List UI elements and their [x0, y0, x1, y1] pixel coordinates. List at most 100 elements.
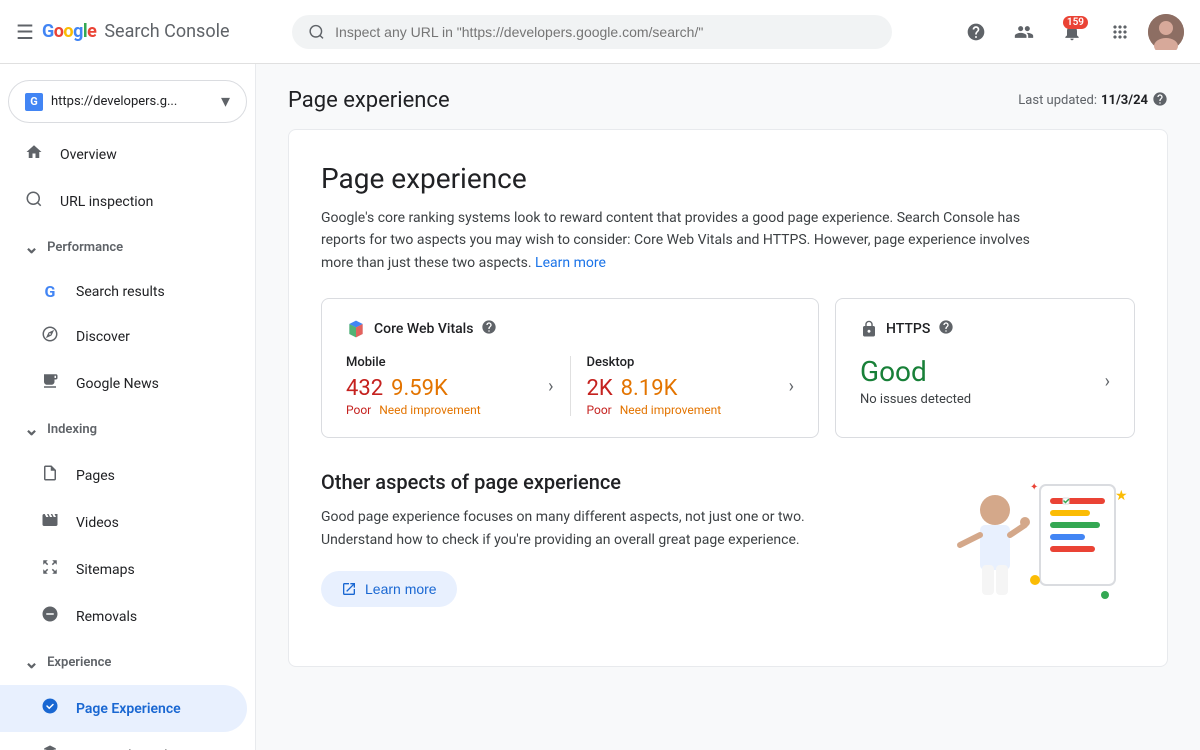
sitemaps-label: Sitemaps	[76, 562, 135, 578]
sidebar-section-performance[interactable]: ⌄ Performance	[0, 225, 255, 270]
sidebar-section-indexing[interactable]: ⌄ Indexing	[0, 407, 255, 452]
topbar: ☰ Google Search Console 159	[0, 0, 1200, 64]
notifications-button[interactable]: 159	[1052, 12, 1092, 52]
https-title: HTTPS	[886, 321, 930, 337]
url-inspection-label: URL inspection	[60, 194, 153, 210]
chevron-down-icon-3: ⌄	[24, 652, 39, 673]
sidebar-item-search-results[interactable]: G Search results	[0, 270, 247, 313]
news-icon	[40, 372, 60, 395]
desktop-poor-label: Poor	[587, 403, 612, 417]
sidebar-item-removals[interactable]: Removals	[0, 593, 247, 640]
cwv-mobile-group: Mobile 432 9.59K Poor Need improvement	[346, 355, 481, 417]
external-link-icon	[341, 581, 357, 597]
avatar[interactable]	[1148, 14, 1184, 50]
other-aspects-title: Other aspects of page experience	[321, 470, 911, 494]
cwv-card-title: Core Web Vitals	[346, 319, 497, 339]
desktop-numbers: 2K 8.19K	[587, 376, 722, 401]
sidebar-item-url-inspection[interactable]: URL inspection	[0, 178, 247, 225]
cwv-help-icon[interactable]	[481, 319, 497, 339]
https-no-issues: No issues detected	[860, 392, 971, 407]
apps-button[interactable]	[1100, 12, 1140, 52]
logo-area: ☰ Google Search Console	[16, 20, 276, 44]
metric-divider	[570, 356, 571, 416]
cwv-nav-icon	[40, 744, 60, 750]
logo-text: Google	[42, 21, 96, 42]
other-aspects-text: Other aspects of page experience Good pa…	[321, 470, 911, 607]
desktop-labels-row: Poor Need improvement	[587, 403, 722, 417]
discover-icon	[40, 325, 60, 348]
https-status: Good	[860, 355, 971, 388]
desktop-arrow-icon[interactable]: ›	[789, 376, 794, 397]
experience-section-label: Experience	[47, 655, 111, 670]
https-metric-card[interactable]: HTTPS Good No issues detected ›	[835, 298, 1135, 438]
https-status-group: Good No issues detected	[860, 355, 971, 407]
mobile-improve-label: Need improvement	[379, 403, 480, 417]
https-lock-icon	[860, 320, 878, 338]
sidebar-item-sitemaps[interactable]: Sitemaps	[0, 546, 247, 593]
illustration-container: ★ ✦	[935, 470, 1135, 634]
product-name: Search Console	[104, 21, 229, 42]
last-updated-label: Last updated:	[1018, 93, 1097, 108]
svg-text:✦: ✦	[1030, 482, 1038, 493]
sidebar-item-overview[interactable]: Overview	[0, 131, 247, 178]
pages-icon	[40, 464, 60, 487]
card-description: Google's core ranking systems look to re…	[321, 207, 1061, 274]
sidebar: G https://developers.g... ▾ Overview URL…	[0, 64, 256, 750]
mobile-poor-count: 432	[346, 376, 383, 401]
desktop-poor-count: 2K	[587, 376, 613, 401]
search-circle-icon	[24, 190, 44, 213]
layout: G https://developers.g... ▾ Overview URL…	[0, 64, 1200, 750]
indexing-section-label: Indexing	[47, 422, 97, 437]
page-experience-icon	[40, 697, 60, 720]
search-input[interactable]	[335, 24, 876, 40]
notification-count: 159	[1063, 16, 1088, 29]
google-news-label: Google News	[76, 376, 159, 392]
svg-text:★: ★	[1115, 488, 1128, 504]
search-icon	[308, 23, 325, 41]
page-title: Page experience	[288, 88, 450, 113]
mobile-arrow-icon[interactable]: ›	[548, 376, 553, 397]
discover-label: Discover	[76, 329, 130, 345]
users-button[interactable]	[1004, 12, 1044, 52]
mobile-labels-row: Poor Need improvement	[346, 403, 481, 417]
cwv-metric-card[interactable]: Core Web Vitals Mobile 432 9.59K	[321, 298, 819, 438]
desktop-label: Desktop	[587, 355, 722, 370]
dropdown-arrow-icon: ▾	[221, 91, 230, 112]
learn-more-button[interactable]: Learn more	[321, 571, 457, 607]
other-aspects-section: Other aspects of page experience Good pa…	[321, 470, 1135, 634]
cwv-title: Core Web Vitals	[374, 321, 473, 337]
page-experience-card: Page experience Google's core ranking sy…	[288, 129, 1168, 667]
learn-more-link[interactable]: Learn more	[535, 255, 606, 271]
sidebar-item-pages[interactable]: Pages	[0, 452, 247, 499]
sidebar-item-page-experience[interactable]: Page Experience	[0, 685, 247, 732]
topbar-actions: 159	[956, 12, 1184, 52]
cwv-desktop-group: Desktop 2K 8.19K Poor Need improvement	[587, 355, 722, 417]
help-button[interactable]	[956, 12, 996, 52]
search-results-label: Search results	[76, 284, 165, 300]
removals-icon	[40, 605, 60, 628]
chevron-down-icon: ⌄	[24, 237, 39, 258]
chevron-down-icon-2: ⌄	[24, 419, 39, 440]
learn-more-label: Learn more	[365, 581, 437, 597]
sidebar-item-google-news[interactable]: Google News	[0, 360, 247, 407]
sidebar-item-core-web-vitals[interactable]: Core Web Vitals	[0, 732, 247, 750]
page-title-bar: Page experience Last updated: 11/3/24	[288, 88, 1168, 113]
menu-icon[interactable]: ☰	[16, 20, 34, 44]
mobile-improve-count: 9.59K	[391, 376, 448, 401]
home-icon	[24, 143, 44, 166]
cwv-icon	[346, 319, 366, 339]
site-selector[interactable]: G https://developers.g... ▾	[8, 80, 247, 123]
overview-label: Overview	[60, 147, 117, 163]
g-search-icon: G	[40, 282, 60, 301]
sidebar-item-discover[interactable]: Discover	[0, 313, 247, 360]
other-aspects-description: Good page experience focuses on many dif…	[321, 506, 821, 551]
https-card-header: HTTPS	[860, 319, 1110, 339]
search-bar[interactable]	[292, 15, 892, 49]
https-arrow-icon[interactable]: ›	[1105, 371, 1110, 392]
performance-section-label: Performance	[47, 240, 123, 255]
sidebar-item-videos[interactable]: Videos	[0, 499, 247, 546]
sidebar-section-experience[interactable]: ⌄ Experience	[0, 640, 255, 685]
last-updated-help-icon[interactable]	[1152, 91, 1168, 111]
https-help-icon[interactable]	[938, 319, 954, 339]
mobile-poor-label: Poor	[346, 403, 371, 417]
